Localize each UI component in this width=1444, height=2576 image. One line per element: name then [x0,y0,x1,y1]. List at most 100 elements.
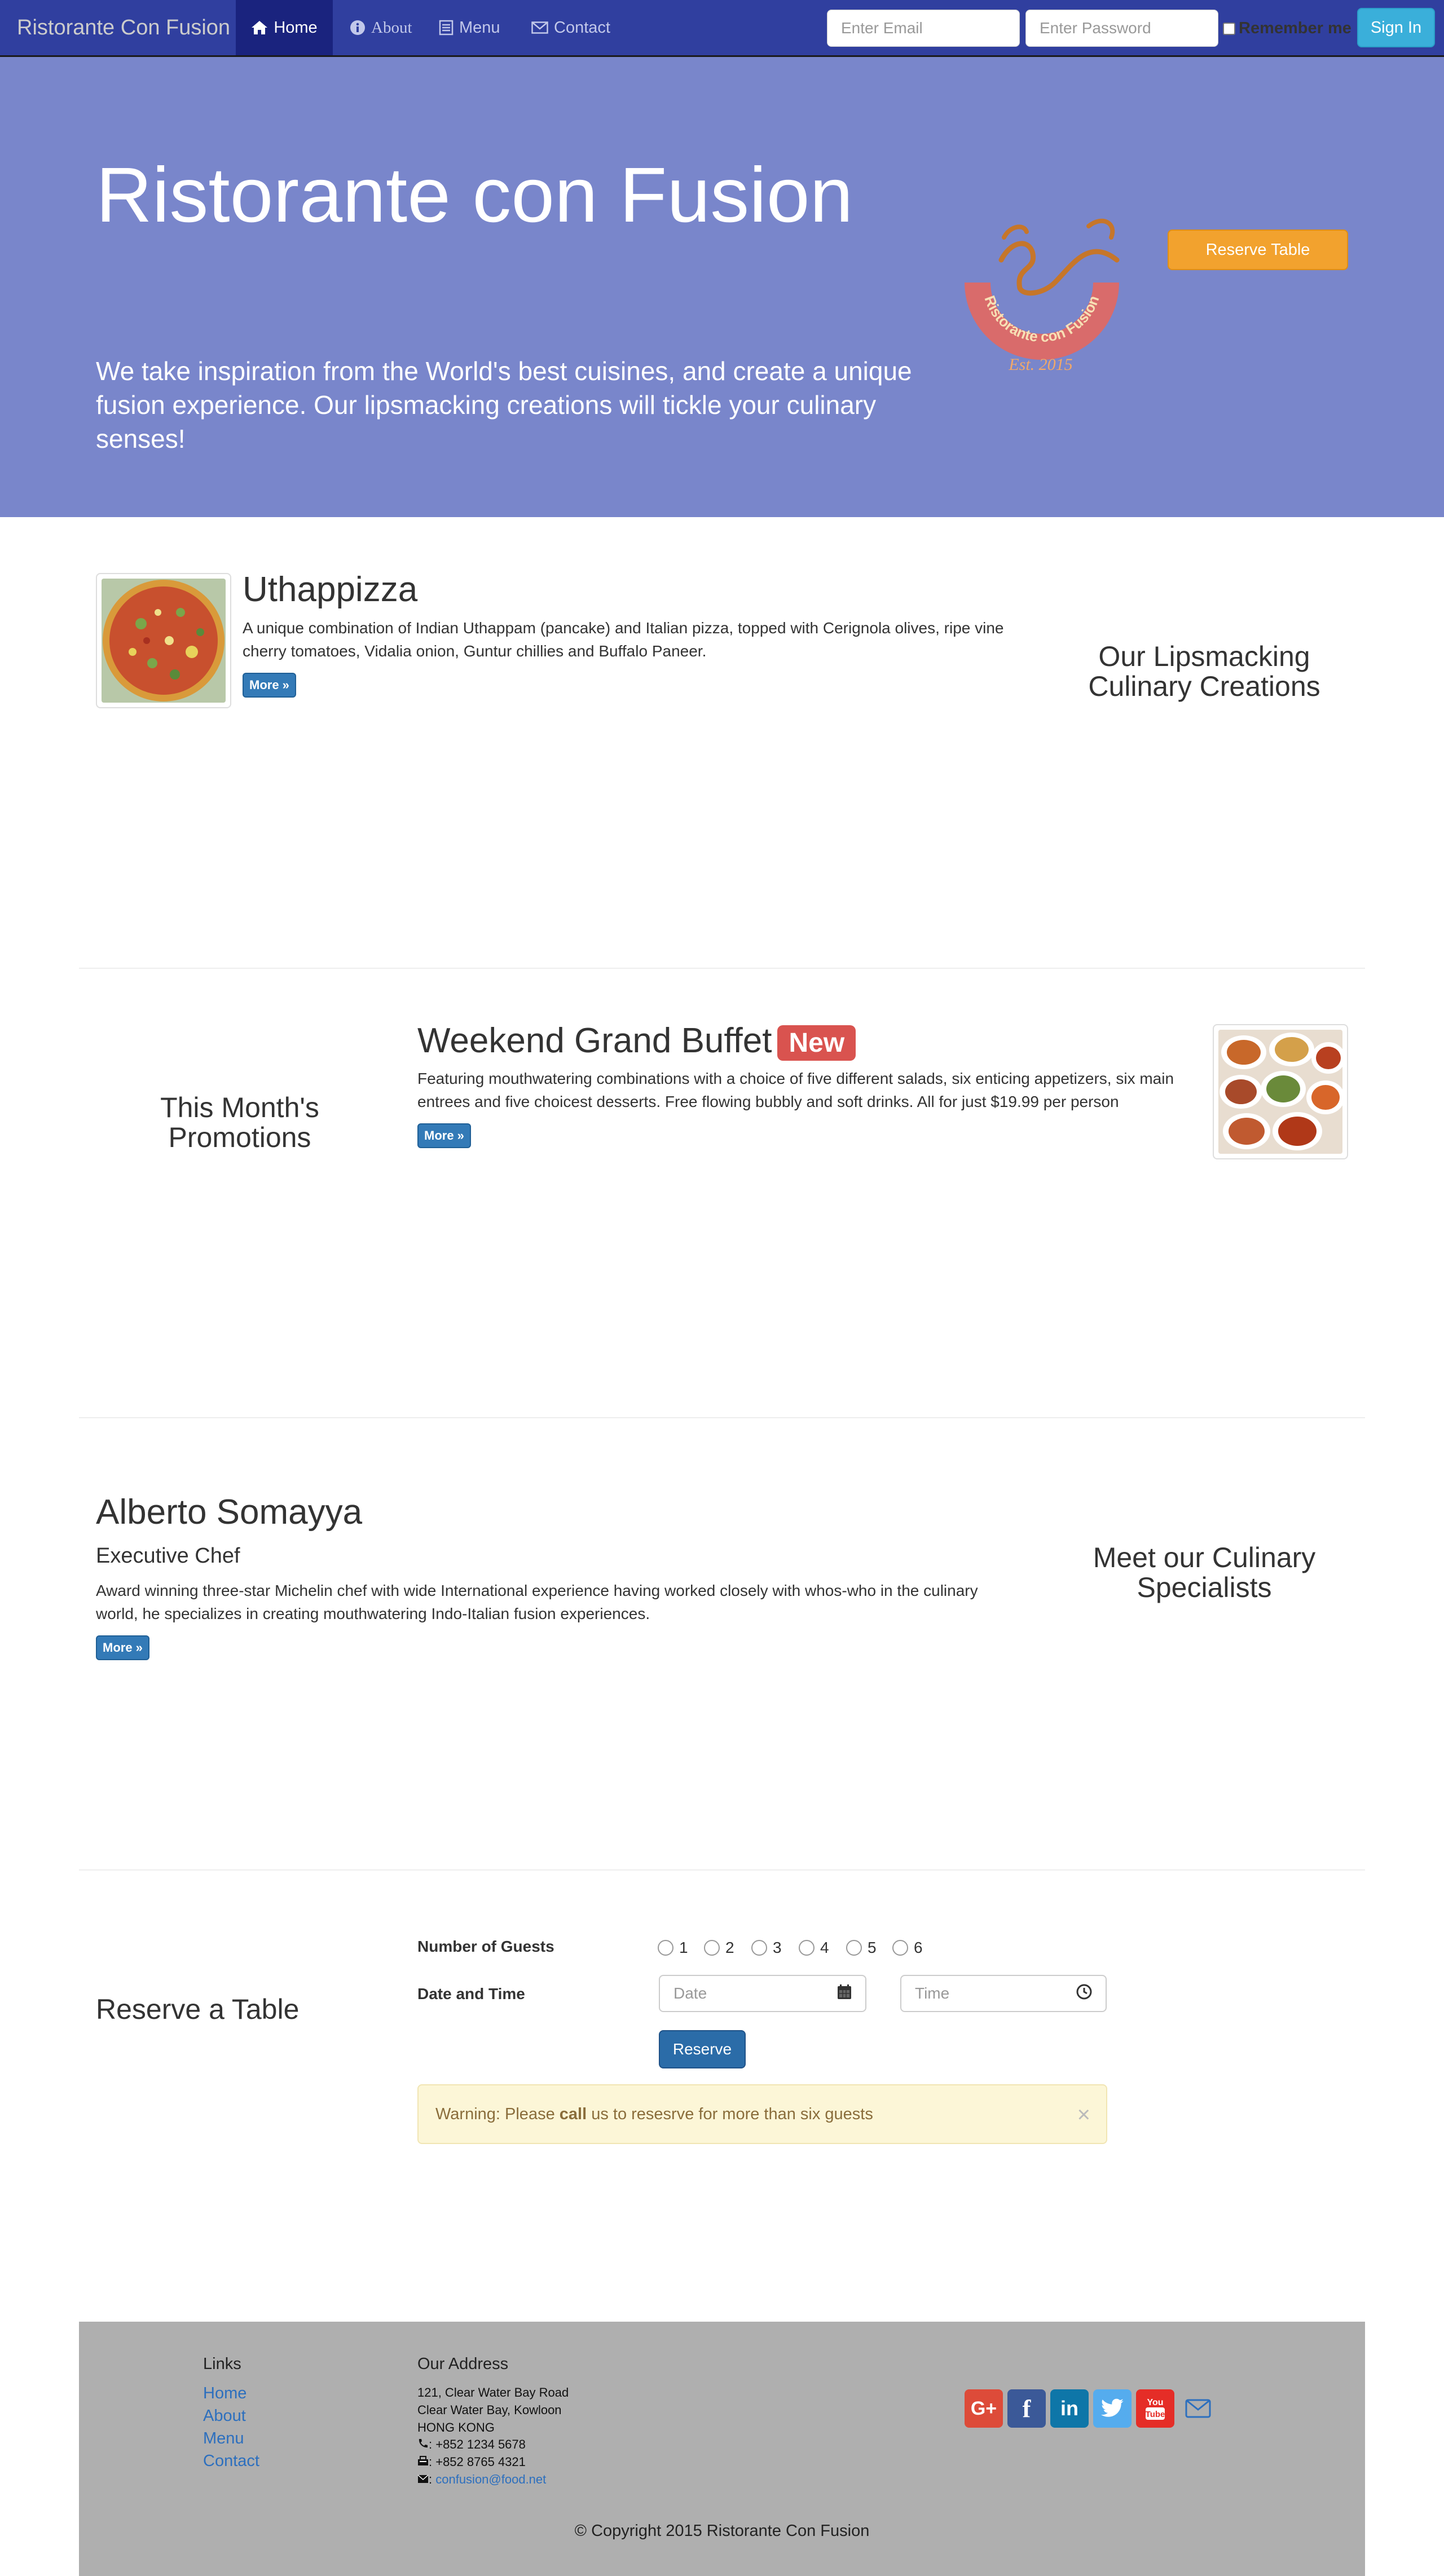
reserve-submit-button[interactable]: Reserve [659,2030,746,2068]
buffet-image [1213,1024,1348,1159]
navbar-brand[interactable]: Ristorante Con Fusion [17,16,230,40]
dish-section-heading: Our Lipsmacking Culinary Creations [1088,641,1320,702]
sign-in-button[interactable]: Sign In [1357,8,1435,47]
guest-option-5[interactable]: 5 [846,1939,877,1957]
nav-item-contact[interactable]: Contact [531,0,610,55]
section-divider [79,1869,1365,1871]
nav-item-label: Home [274,18,318,37]
date-placeholder: Date [673,1984,707,2002]
new-badge: New [777,1025,856,1061]
password-input[interactable]: Enter Password [1025,10,1218,47]
nav-item-about[interactable]: About [350,0,412,55]
radio-button[interactable] [751,1940,767,1956]
footer-fax: : +852 8765 4321 [417,2454,569,2471]
reserve-table-button[interactable]: Reserve Table [1168,230,1348,270]
navbar: Ristorante Con Fusion Home About Menu Co… [0,0,1444,57]
footer-link-about[interactable]: About [203,2407,246,2425]
leader-designation: Executive Chef [96,1544,240,1568]
footer-phone: : +852 1234 5678 [417,2436,569,2454]
twitter-icon[interactable] [1093,2389,1132,2428]
footer-address: 121, Clear Water Bay Road Clear Water Ba… [417,2384,569,2489]
radio-button[interactable] [799,1940,815,1956]
phone-icon [419,2439,428,2448]
promotion-title-text: Weekend Grand Buffet [417,1021,772,1060]
dish-description: A unique combination of Indian Uthappam … [243,619,1004,660]
alert-prefix: Warning: Please [435,2105,560,2123]
reserve-heading: Reserve a Table [96,1993,300,2025]
promotion-title: Weekend Grand Buffet New [417,1021,856,1061]
guest-option-6[interactable]: 6 [892,1939,923,1957]
section-divider [79,1417,1365,1418]
footer-email: : confusion@food.net [417,2471,569,2489]
remember-me-label: Remember me [1239,19,1351,37]
email-link[interactable]: confusion@food.net [435,2472,546,2486]
time-input[interactable]: Time [900,1975,1107,2012]
address-line: Clear Water Bay, Kowloon [417,2402,562,2417]
email-input[interactable]: Enter Email [827,10,1020,47]
address-line: HONG KONG [417,2420,495,2434]
guests-label: Number of Guests [417,1938,554,1955]
svg-text:Tube: Tube [1146,2410,1165,2419]
fax-number: : +852 8765 4321 [429,2455,526,2469]
remember-me-checkbox[interactable] [1223,22,1235,35]
copyright: © Copyright 2015 Ristorante Con Fusion [574,2522,870,2540]
mail-icon[interactable] [1179,2389,1217,2428]
guest-option-2[interactable]: 2 [704,1939,734,1957]
alert-suffix: us to resesrve for more than six guests [587,2105,873,2123]
leader-name: Alberto Somayya [96,1493,363,1532]
guest-option-label: 1 [679,1939,688,1956]
footer-link-menu[interactable]: Menu [203,2429,244,2448]
email-icon [417,2474,429,2483]
nav-item-home[interactable]: Home [236,0,333,55]
home-icon [251,20,268,36]
hero-text: We take inspiration from the World's bes… [96,356,912,453]
list-icon [439,20,454,36]
guest-option-label: 2 [725,1939,734,1956]
alert-call-emphasis: call [559,2105,587,2123]
nav-item-label: Menu [459,18,500,37]
promotion-description: Featuring mouthwatering combinations wit… [417,1070,1174,1110]
youtube-icon[interactable]: You Tube [1136,2389,1174,2428]
guest-option-label: 4 [820,1939,829,1956]
section-divider [79,968,1365,969]
radio-button[interactable] [892,1940,908,1956]
warning-alert: Warning: Please call us to resesrve for … [417,2084,1107,2144]
google-plus-icon[interactable]: G+ [965,2389,1003,2428]
guest-option-4[interactable]: 4 [799,1939,829,1957]
leader-section-heading: Meet our Culinary Specialists [1093,1542,1316,1603]
svg-text:You: You [1147,2398,1163,2407]
leader-more-button[interactable]: More » [96,1635,149,1660]
close-icon[interactable]: × [1077,2102,1090,2128]
linkedin-icon[interactable]: in [1050,2389,1089,2428]
leader-description: Award winning three-star Michelin chef w… [96,1582,978,1622]
password-placeholder: Enter Password [1040,19,1151,37]
footer-link-home[interactable]: Home [203,2384,246,2403]
restaurant-logo: Ristorante con Fusion Est. 2015 [965,218,1120,374]
hero-title: Ristorante con Fusion [96,152,853,239]
facebook-icon[interactable]: f [1007,2389,1046,2428]
clock-icon[interactable] [1076,1984,1092,2004]
date-input[interactable]: Date [659,1975,866,2012]
footer-address-heading: Our Address [417,2355,509,2373]
radio-button[interactable] [846,1940,862,1956]
footer-link-contact[interactable]: Contact [203,2452,259,2471]
time-placeholder: Time [915,1984,950,2002]
guest-option-3[interactable]: 3 [751,1939,782,1957]
nav-item-label: Contact [554,18,610,37]
info-icon [350,20,366,36]
dish-more-button[interactable]: More » [243,673,296,698]
nav-item-menu[interactable]: Menu [439,0,500,55]
promotion-more-button[interactable]: More » [417,1123,471,1148]
radio-button[interactable] [658,1940,673,1956]
nav-item-label: About [371,18,412,37]
datetime-label: Date and Time [417,1985,525,2002]
alert-message: Warning: Please call us to resesrve for … [435,2105,873,2124]
remember-me: Remember me [1223,19,1351,38]
envelope-icon [531,21,548,34]
footer-links-heading: Links [203,2355,241,2373]
radio-button[interactable] [704,1940,720,1956]
calendar-icon[interactable] [837,1984,852,2004]
fax-icon [418,2456,428,2466]
guest-option-label: 5 [868,1939,877,1956]
guest-option-1[interactable]: 1 [658,1939,688,1957]
